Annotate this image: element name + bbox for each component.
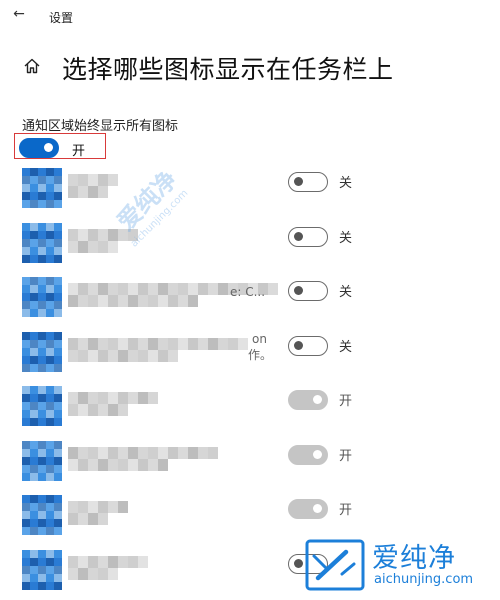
back-button[interactable]: ← <box>8 4 30 26</box>
app-name-tail: on <box>252 331 267 346</box>
home-icon[interactable] <box>22 56 42 76</box>
always-show-state: 开 <box>72 144 86 159</box>
app-name-blurred <box>68 446 228 473</box>
app-toggle-state: 开 <box>339 448 353 464</box>
always-show-toggle[interactable] <box>19 138 59 158</box>
toggle-knob <box>294 558 303 568</box>
app-name-tail: e: C... <box>230 285 266 299</box>
app-toggle-state: 关 <box>339 230 353 246</box>
app-icon <box>22 495 62 535</box>
notification-app-row: 开 <box>0 437 500 491</box>
app-toggle-state: 开 <box>339 394 353 409</box>
toggle-knob <box>44 143 53 152</box>
toggle-knob <box>294 340 303 350</box>
watermark-logo-icon <box>305 539 365 591</box>
title-bar: ← 设置 <box>0 0 500 34</box>
site-watermark: 爱纯净 aichunjing.com <box>304 534 500 595</box>
app-name-blurred <box>68 337 258 364</box>
app-name-blurred <box>68 392 168 418</box>
app-icon <box>22 331 62 372</box>
app-icon <box>22 549 62 590</box>
notification-app-row: e: C... 关 <box>0 273 500 327</box>
notification-app-row: 关 <box>0 219 500 273</box>
toggle-knob <box>294 231 303 241</box>
toggle-knob <box>313 504 322 513</box>
toggle-knob <box>294 286 303 295</box>
toggle-knob <box>294 177 303 186</box>
app-toggle[interactable] <box>288 335 328 356</box>
notification-app-row: 关 <box>0 164 500 218</box>
watermark-url: aichunjing.com <box>374 572 474 587</box>
app-toggle[interactable] <box>288 444 328 465</box>
app-icon <box>22 386 62 426</box>
app-icon <box>22 440 62 481</box>
page-title: 选择哪些图标显示在任务栏上 <box>62 55 394 84</box>
app-toggle-state: 关 <box>339 176 353 191</box>
notification-app-row: on 作。 关 <box>0 328 500 382</box>
app-name-blurred <box>68 501 138 527</box>
app-toggle-state: 开 <box>339 503 353 518</box>
app-toggle[interactable] <box>288 390 328 410</box>
app-toggle[interactable] <box>288 172 328 192</box>
notification-app-row: 开 <box>0 382 500 436</box>
app-toggle-state: 关 <box>339 339 353 355</box>
app-title: 设置 <box>49 11 74 25</box>
app-toggle-state: 关 <box>339 285 353 300</box>
app-icon <box>22 222 62 263</box>
app-icon <box>22 168 62 208</box>
app-icon <box>22 277 62 317</box>
app-toggle[interactable] <box>288 281 328 301</box>
app-name-tail: 作。 <box>248 347 273 362</box>
toggle-knob <box>313 449 322 459</box>
app-name-blurred <box>68 555 158 582</box>
toggle-knob <box>313 395 322 404</box>
app-toggle[interactable] <box>288 226 328 247</box>
app-toggle[interactable] <box>288 499 328 519</box>
watermark-brand: 爱纯净 <box>372 543 456 574</box>
